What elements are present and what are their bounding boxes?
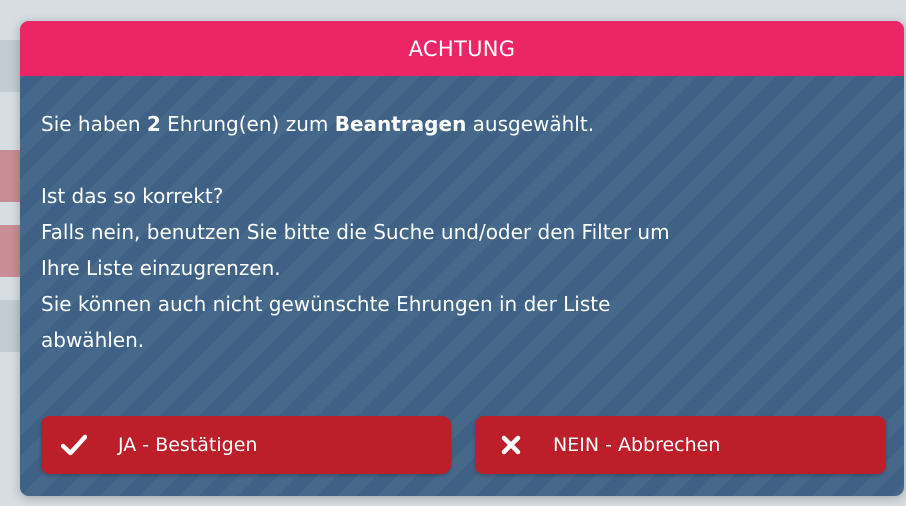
summary-mid: Ehrung(en) zum [160, 112, 335, 136]
close-icon [497, 431, 525, 459]
summary-suffix: ausgewählt. [466, 112, 595, 136]
dialog-title: ACHTUNG [408, 36, 516, 61]
selection-action: Beantragen [334, 112, 467, 136]
confirm-button[interactable]: JA - Bestätigen [41, 416, 451, 474]
confirm-button-label: JA - Bestätigen [118, 434, 258, 456]
selection-count: 2 [146, 112, 161, 136]
confirmation-question: Ist das so korrekt? [41, 184, 224, 208]
hint-line: Ihre Liste einzugrenzen. [41, 256, 281, 280]
selection-summary: Sie haben 2 Ehrung(en) zum Beantragen au… [41, 106, 883, 142]
dialog-header: ACHTUNG [20, 21, 904, 76]
cancel-button-label: NEIN - Abbrechen [553, 434, 721, 456]
hint-line: abwählen. [41, 328, 145, 352]
confirmation-dialog: ACHTUNG Sie haben 2 Ehrung(en) zum Beant… [20, 21, 904, 496]
dialog-actions: JA - Bestätigen NEIN - Abbrechen [41, 416, 886, 476]
dialog-body: Sie haben 2 Ehrung(en) zum Beantragen au… [20, 76, 904, 358]
hint-line: Falls nein, benutzen Sie bitte die Suche… [41, 220, 670, 244]
checkmark-icon [60, 431, 88, 459]
hint-line: Sie können auch nicht gewünschte Ehrunge… [41, 292, 611, 316]
summary-prefix: Sie haben [41, 112, 147, 136]
cancel-button[interactable]: NEIN - Abbrechen [475, 416, 886, 474]
